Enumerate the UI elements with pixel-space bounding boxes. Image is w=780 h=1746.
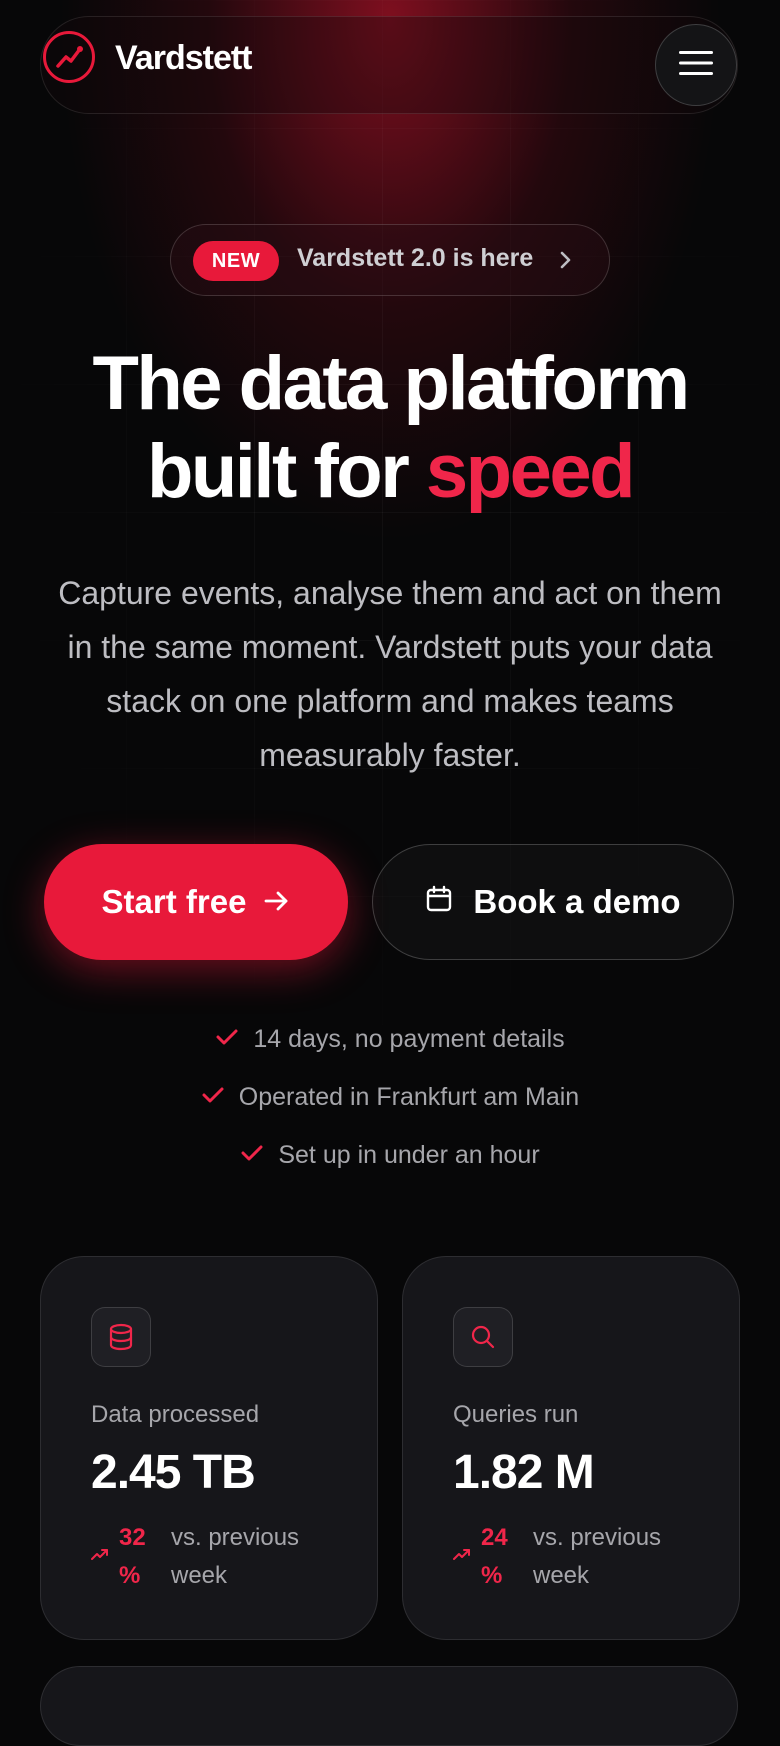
headline-line-2: built for — [146, 429, 426, 514]
check-icon — [240, 1141, 264, 1170]
trending-up-icon — [91, 1547, 109, 1565]
stat-value: 2.45 TB — [91, 1446, 256, 1499]
trending-up-icon — [453, 1547, 471, 1565]
start-free-button[interactable]: Start free — [44, 844, 348, 960]
announcement-pill[interactable]: NEW Vardstett 2.0 is here — [170, 224, 610, 296]
top-nav: Vardstett — [40, 16, 738, 114]
stat-change-note: vs. previous week — [171, 1524, 300, 1589]
hero-headline: The data platform built for speed — [0, 340, 780, 516]
hero-description: Capture events, analyse them and act on … — [58, 575, 722, 773]
headline-line-1: The data platform — [92, 341, 690, 426]
brand-name[interactable]: Vardstett — [115, 39, 252, 78]
check-icon — [215, 1025, 239, 1054]
stat-label: Queries run — [453, 1401, 579, 1428]
list-item: Set up in under an hour — [0, 1126, 780, 1184]
benefit-text: Set up in under an hour — [278, 1140, 540, 1169]
stat-card-queries-run: Queries run 1.82 M 24 % vs. previous wee… — [402, 1256, 740, 1640]
search-icon — [453, 1307, 513, 1367]
start-free-label: Start free — [101, 883, 247, 920]
stat-change: 32 % — [119, 1524, 146, 1589]
stat-change-note: vs. previous week — [533, 1524, 662, 1589]
stat-value: 1.82 M — [453, 1446, 595, 1499]
arrow-right-icon — [264, 883, 290, 921]
list-item: Operated in Frankfurt am Main — [0, 1068, 780, 1126]
trend-line-icon[interactable] — [43, 31, 95, 83]
benefit-list: 14 days, no payment details Operated in … — [0, 1010, 780, 1184]
book-demo-button[interactable]: Book a demo — [372, 844, 734, 960]
calendar-icon — [425, 883, 453, 921]
list-item: 14 days, no payment details — [0, 1010, 780, 1068]
benefit-text: Operated in Frankfurt am Main — [238, 1082, 580, 1111]
stat-label: Data processed — [91, 1401, 260, 1428]
check-icon — [201, 1083, 225, 1112]
announcement-text: Vardstett 2.0 is here — [297, 244, 534, 272]
stat-change: 24 % — [481, 1524, 508, 1589]
menu-button[interactable] — [655, 24, 737, 106]
stat-card-data-processed: Data processed 2.45 TB 32 % vs. previous… — [40, 1256, 378, 1640]
headline-accent: speed — [425, 429, 636, 514]
hamburger-menu-icon — [679, 50, 713, 81]
book-demo-label: Book a demo — [473, 883, 681, 920]
new-badge: NEW — [193, 241, 279, 281]
benefit-text: 14 days, no payment details — [253, 1024, 565, 1053]
chevron-right-icon — [559, 249, 573, 276]
database-icon — [91, 1307, 151, 1367]
next-card — [40, 1666, 738, 1746]
